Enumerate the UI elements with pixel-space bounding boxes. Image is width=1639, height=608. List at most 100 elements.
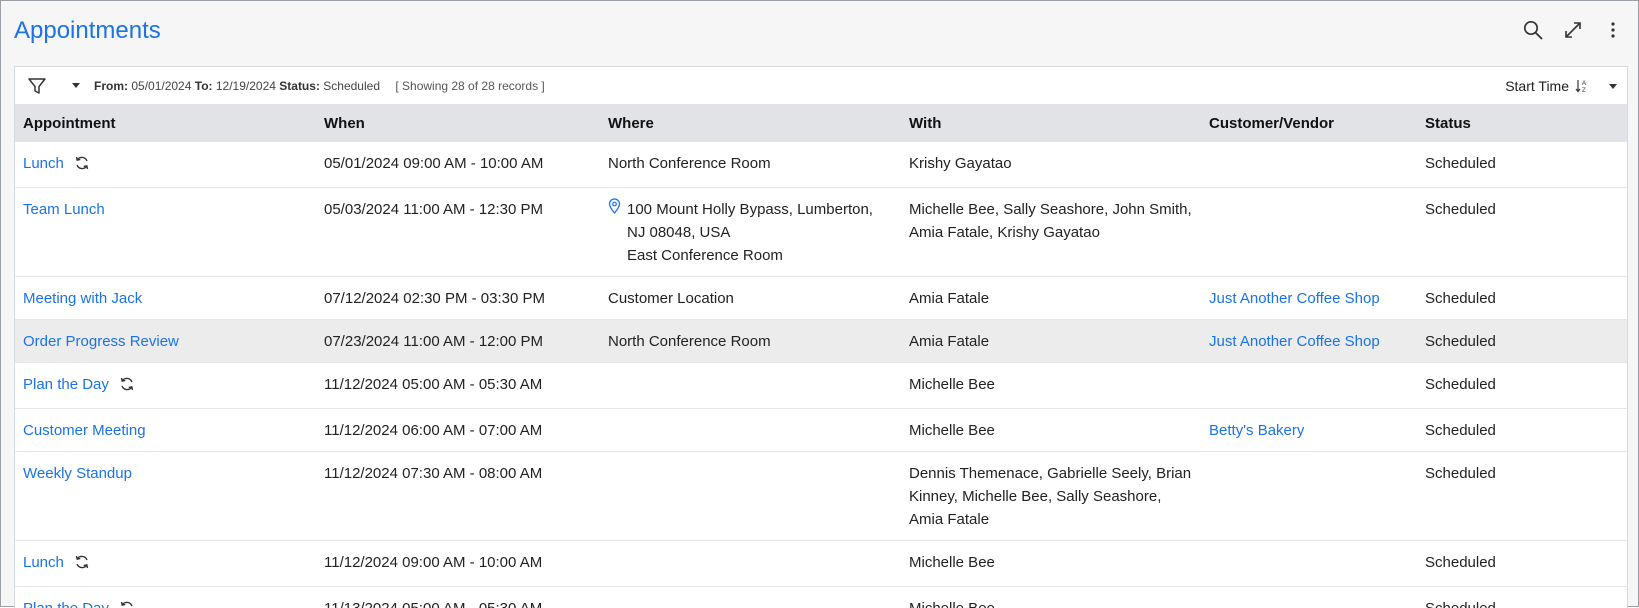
appointment-link[interactable]: Meeting with Jack	[23, 290, 142, 307]
appointment-link[interactable]: Order Progress Review	[23, 333, 179, 350]
column-header-with[interactable]: With	[901, 105, 1201, 142]
appointment-link[interactable]: Customer Meeting	[23, 422, 146, 439]
table-row[interactable]: Lunch 05/01/2024 09:00 AM - 10:00 AM Nor…	[15, 142, 1628, 188]
header-actions	[1522, 19, 1624, 41]
with-cell: Dennis Themenace, Gabrielle Seely, Brian…	[901, 452, 1201, 541]
where-cell	[600, 541, 901, 587]
record-count: [ Showing 28 of 28 records ]	[395, 79, 544, 93]
location-pin-icon[interactable]	[608, 198, 621, 244]
appointment-cell: Team Lunch	[15, 188, 316, 277]
table-row[interactable]: Weekly Standup 11/12/2024 07:30 AM - 08:…	[15, 452, 1628, 541]
sort-icon: A Z	[1575, 79, 1589, 93]
filter-icon	[27, 76, 47, 96]
svg-text:A: A	[1582, 81, 1586, 87]
customer-cell	[1201, 452, 1417, 541]
table-row[interactable]: Customer Meeting 11/12/2024 06:00 AM - 0…	[15, 409, 1628, 452]
when-cell: 11/12/2024 07:30 AM - 08:00 AM	[316, 452, 600, 541]
search-button[interactable]	[1522, 19, 1544, 41]
status-cell: Scheduled	[1417, 363, 1628, 409]
column-header-when[interactable]: When	[316, 105, 600, 142]
appointments-panel: Appointments	[0, 0, 1639, 607]
table-row[interactable]: Order Progress Review 07/23/2024 11:00 A…	[15, 320, 1628, 363]
appointment-link[interactable]: Lunch	[23, 554, 64, 571]
table-row[interactable]: Plan the Day 11/12/2024 05:00 AM - 05:30…	[15, 363, 1628, 409]
appointment-cell: Lunch	[15, 541, 316, 587]
column-header-customer-vendor[interactable]: Customer/Vendor	[1201, 105, 1417, 142]
to-label: To:	[195, 79, 213, 93]
status-cell: Scheduled	[1417, 541, 1628, 587]
customer-cell	[1201, 188, 1417, 277]
with-cell: Michelle Bee	[901, 541, 1201, 587]
customer-cell	[1201, 363, 1417, 409]
customer-cell	[1201, 541, 1417, 587]
panel-header: Appointments	[1, 1, 1638, 63]
customer-link[interactable]: Betty's Bakery	[1209, 422, 1304, 439]
customer-link[interactable]: Just Another Coffee Shop	[1209, 290, 1380, 307]
with-cell: Michelle Bee	[901, 587, 1201, 608]
expand-button[interactable]	[1562, 19, 1584, 41]
status-value: Scheduled	[323, 79, 380, 93]
column-header-appointment[interactable]: Appointment	[15, 105, 316, 142]
when-cell: 07/23/2024 11:00 AM - 12:00 PM	[316, 320, 600, 363]
when-cell: 05/03/2024 11:00 AM - 12:30 PM	[316, 188, 600, 277]
appointment-cell: Lunch	[15, 142, 316, 188]
when-cell: 11/12/2024 09:00 AM - 10:00 AM	[316, 541, 600, 587]
appointment-link[interactable]: Plan the Day	[23, 376, 109, 393]
recurring-icon	[74, 554, 90, 577]
sort-label: Start Time	[1505, 78, 1569, 94]
address-line: 100 Mount Holly Bypass, Lumberton, NJ 08…	[608, 198, 893, 244]
where-cell: North Conference Room	[600, 320, 901, 363]
table-row[interactable]: Plan the Day 11/13/2024 05:00 AM - 05:30…	[15, 587, 1628, 608]
where-cell: Customer Location	[600, 277, 901, 320]
column-header-status[interactable]: Status	[1417, 105, 1628, 142]
appointment-link[interactable]: Lunch	[23, 155, 64, 172]
appointment-cell: Plan the Day	[15, 363, 316, 409]
with-cell: Michelle Bee, Sally Seashore, John Smith…	[901, 188, 1201, 277]
appointment-cell: Customer Meeting	[15, 409, 316, 452]
customer-link[interactable]: Just Another Coffee Shop	[1209, 333, 1380, 350]
appointment-cell: Meeting with Jack	[15, 277, 316, 320]
when-cell: 11/12/2024 06:00 AM - 07:00 AM	[316, 409, 600, 452]
customer-cell	[1201, 587, 1417, 608]
filter-button[interactable]	[27, 76, 47, 96]
when-cell: 05/01/2024 09:00 AM - 10:00 AM	[316, 142, 600, 188]
appointment-link[interactable]: Team Lunch	[23, 201, 105, 218]
status-cell: Scheduled	[1417, 320, 1628, 363]
filter-summary: From: 05/01/2024 To: 12/19/2024 Status: …	[94, 79, 545, 93]
status-cell: Scheduled	[1417, 142, 1628, 188]
when-cell: 11/13/2024 05:00 AM - 05:30 AM	[316, 587, 600, 608]
sort-dropdown-caret[interactable]	[1609, 84, 1617, 89]
where-cell	[600, 587, 901, 608]
appointment-cell: Plan the Day	[15, 587, 316, 608]
with-cell: Krishy Gayatao	[901, 142, 1201, 188]
appointment-link[interactable]: Weekly Standup	[23, 465, 132, 482]
table-row[interactable]: Meeting with Jack 07/12/2024 02:30 PM - …	[15, 277, 1628, 320]
status-cell: Scheduled	[1417, 277, 1628, 320]
from-value: 05/01/2024	[131, 79, 191, 93]
grid-toolbar: From: 05/01/2024 To: 12/19/2024 Status: …	[15, 67, 1627, 105]
to-value: 12/19/2024	[216, 79, 276, 93]
customer-cell: Just Another Coffee Shop	[1201, 320, 1417, 363]
status-label: Status:	[279, 79, 320, 93]
search-icon	[1523, 20, 1543, 40]
where-cell	[600, 363, 901, 409]
where-cell	[600, 452, 901, 541]
table-row[interactable]: Team Lunch 05/03/2024 11:00 AM - 12:30 P…	[15, 188, 1628, 277]
with-cell: Michelle Bee	[901, 363, 1201, 409]
where-cell	[600, 409, 901, 452]
filter-dropdown-caret[interactable]	[72, 83, 80, 88]
table-row[interactable]: Lunch 11/12/2024 09:00 AM - 10:00 AM Mic…	[15, 541, 1628, 587]
recurring-icon	[119, 376, 135, 399]
appointment-cell: Weekly Standup	[15, 452, 316, 541]
page-title: Appointments	[14, 17, 161, 45]
sort-control[interactable]: Start Time A Z	[1505, 78, 1617, 94]
column-header-where[interactable]: Where	[600, 105, 901, 142]
where-location: East Conference Room	[608, 244, 893, 267]
where-cell: 100 Mount Holly Bypass, Lumberton, NJ 08…	[600, 188, 901, 277]
from-label: From:	[94, 79, 128, 93]
expand-icon	[1563, 20, 1583, 40]
with-cell: Amia Fatale	[901, 320, 1201, 363]
svg-text:Z: Z	[1582, 88, 1586, 93]
more-options-button[interactable]	[1602, 19, 1624, 41]
customer-cell	[1201, 142, 1417, 188]
